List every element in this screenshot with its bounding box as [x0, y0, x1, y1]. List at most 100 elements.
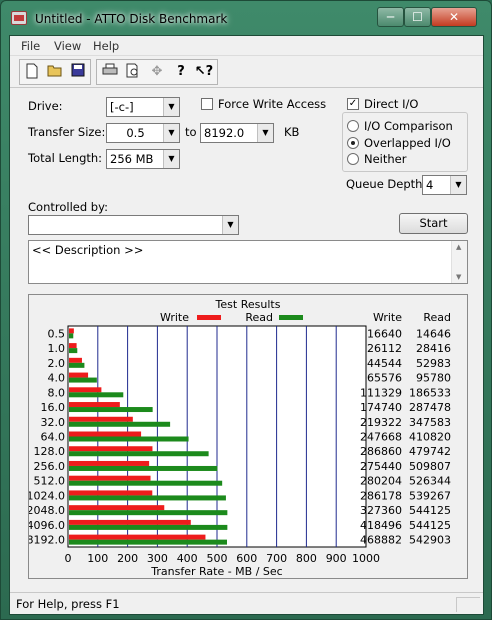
status-text: For Help, press F1: [16, 597, 120, 611]
y-tick-label: 8192.0: [29, 534, 65, 547]
chevron-down-icon[interactable]: ▼: [163, 124, 179, 142]
read-value: 526344: [409, 475, 451, 488]
legend-read-label: Read: [245, 311, 273, 324]
write-bar: [69, 519, 191, 525]
write-bar: [69, 328, 74, 334]
read-value: 542903: [409, 534, 451, 547]
maximize-button[interactable]: ☐: [404, 7, 431, 27]
write-value: 65576: [367, 372, 402, 385]
context-help-icon[interactable]: ↖?: [194, 63, 214, 81]
read-value: 28416: [416, 342, 451, 355]
y-tick-label: 0.5: [48, 327, 66, 340]
close-button[interactable]: ✕: [431, 7, 477, 27]
total-length-select[interactable]: 256 MB ▼: [106, 149, 180, 169]
transfer-to-select[interactable]: 8192.0 ▼: [200, 123, 274, 143]
write-value: 275440: [360, 460, 402, 473]
write-bar: [69, 490, 153, 496]
help-icon[interactable]: ?: [171, 63, 191, 81]
read-value: 287478: [409, 401, 451, 414]
read-bar: [69, 392, 124, 398]
description-box[interactable]: << Description >> ▲ ▼: [28, 240, 468, 284]
io-comparison-label: I/O Comparison: [364, 119, 453, 133]
y-tick-label: 32.0: [41, 416, 66, 429]
toolbar: ✥ ? ↖?: [10, 56, 483, 88]
write-value: 327360: [360, 504, 402, 517]
write-bar: [69, 387, 102, 393]
drive-value: [-c-]: [110, 100, 134, 114]
io-comparison-radio[interactable]: [347, 120, 359, 132]
description-text: << Description >>: [32, 243, 144, 257]
controlled-by-select[interactable]: ▼: [28, 215, 239, 235]
write-value: 286178: [360, 489, 402, 502]
write-bar: [69, 460, 150, 466]
read-bar: [69, 539, 227, 545]
write-bar: [69, 372, 89, 378]
legend-read-swatch: [279, 315, 303, 320]
read-bar: [69, 510, 228, 516]
window-title: Untitled - ATTO Disk Benchmark: [35, 12, 228, 26]
read-bar: [69, 451, 209, 457]
force-write-checkbox[interactable]: [201, 98, 213, 110]
write-value: 468882: [360, 534, 402, 547]
print-preview-icon[interactable]: [123, 63, 143, 81]
minimize-button[interactable]: ─: [377, 7, 404, 27]
client-area: File View Help ✥ ? ↖? Drive: [-c-] ▼ For…: [9, 35, 484, 615]
write-bar: [69, 357, 82, 363]
open-icon[interactable]: [45, 63, 65, 81]
print-icon[interactable]: [100, 63, 120, 81]
y-tick-label: 2048.0: [29, 504, 65, 517]
y-tick-label: 128.0: [34, 445, 66, 458]
scroll-up-icon[interactable]: ▲: [456, 243, 461, 251]
y-tick-label: 256.0: [34, 460, 66, 473]
queue-depth-select[interactable]: 4 ▼: [422, 175, 467, 195]
write-bar: [69, 446, 153, 452]
table-write-header: Write: [373, 311, 402, 324]
read-value: 347583: [409, 416, 451, 429]
read-bar: [69, 421, 171, 427]
total-length-label: Total Length:: [28, 151, 103, 165]
neither-radio[interactable]: [347, 153, 359, 165]
write-value: 16640: [367, 327, 402, 340]
app-icon[interactable]: [11, 11, 27, 25]
table-read-header: Read: [423, 311, 451, 324]
read-value: 509807: [409, 460, 451, 473]
write-value: 26112: [367, 342, 402, 355]
read-bar: [69, 348, 78, 354]
new-icon[interactable]: [22, 63, 42, 81]
drive-select[interactable]: [-c-] ▼: [106, 97, 180, 117]
write-value: 286860: [360, 445, 402, 458]
write-bar: [69, 343, 77, 349]
menu-help[interactable]: Help: [93, 39, 119, 53]
direct-io-checkbox[interactable]: ✓: [347, 98, 359, 110]
resize-grip-icon[interactable]: [456, 597, 480, 612]
status-bar: For Help, press F1: [10, 592, 483, 614]
chevron-down-icon[interactable]: ▼: [222, 216, 238, 234]
chevron-down-icon[interactable]: ▼: [163, 98, 179, 116]
menu-file[interactable]: File: [21, 39, 40, 53]
write-bar: [69, 431, 142, 437]
y-tick-label: 1024.0: [29, 489, 65, 502]
scroll-down-icon[interactable]: ▼: [456, 273, 461, 281]
overlapped-io-radio[interactable]: [347, 137, 359, 149]
move-icon[interactable]: ✥: [147, 63, 167, 81]
start-button[interactable]: Start: [399, 213, 468, 234]
write-bar: [69, 475, 151, 481]
chevron-down-icon[interactable]: ▼: [257, 124, 273, 142]
save-icon[interactable]: [68, 63, 88, 81]
chevron-down-icon[interactable]: ▼: [163, 150, 179, 168]
write-bar: [69, 416, 133, 422]
title-bar[interactable]: Untitled - ATTO Disk Benchmark ─ ☐ ✕: [1, 1, 491, 35]
read-value: 95780: [416, 372, 451, 385]
chevron-down-icon[interactable]: ▼: [450, 176, 466, 194]
overlapped-io-label: Overlapped I/O: [364, 136, 451, 150]
direct-io-label: Direct I/O: [364, 97, 419, 111]
toolbar-tools-group: ✥ ? ↖?: [96, 59, 218, 85]
x-tick-label: 300: [147, 552, 168, 565]
write-value: 174740: [360, 401, 402, 414]
transfer-from-select[interactable]: 0.5 ▼: [106, 123, 180, 143]
description-scrollbar[interactable]: ▲ ▼: [451, 241, 467, 283]
menu-view[interactable]: View: [54, 39, 81, 53]
menu-bar: File View Help: [10, 36, 483, 56]
x-tick-label: 500: [207, 552, 228, 565]
x-tick-label: 400: [177, 552, 198, 565]
